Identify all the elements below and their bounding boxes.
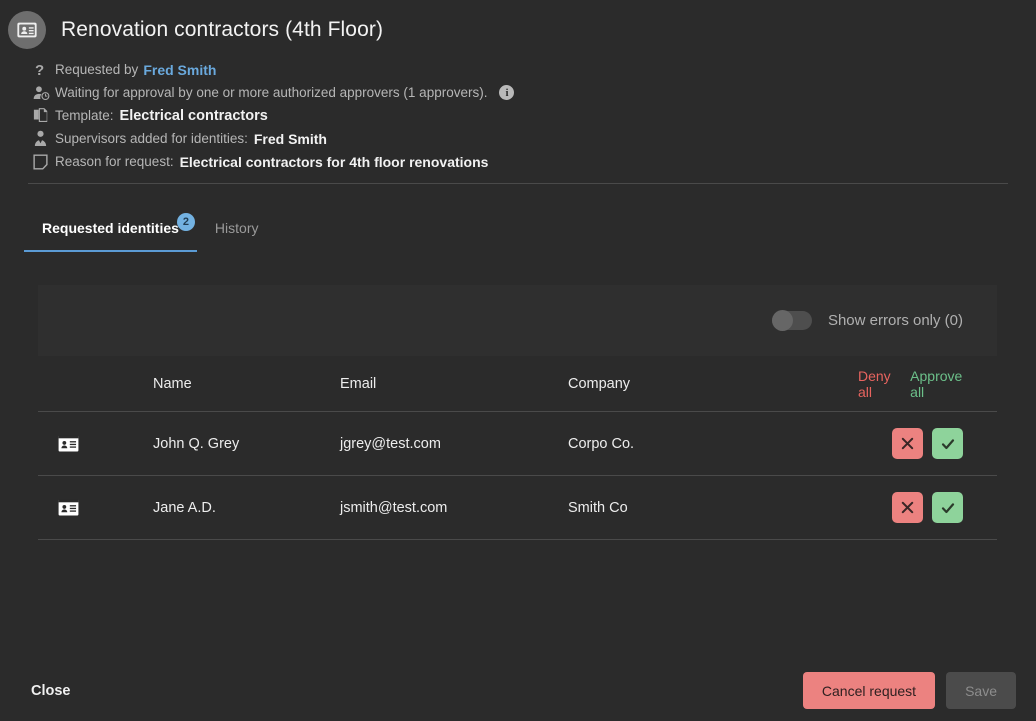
- row-id-card-icon: [38, 499, 153, 516]
- template-label: Template:: [55, 108, 114, 123]
- approve-all-link[interactable]: Approve all: [910, 368, 963, 400]
- deny-button[interactable]: [892, 492, 923, 523]
- deny-all-link[interactable]: Deny all: [858, 368, 896, 400]
- row-company: Smith Co: [568, 500, 858, 516]
- svg-text:?: ?: [35, 62, 44, 78]
- check-icon: [940, 436, 956, 452]
- question-mark-icon: ?: [33, 62, 55, 78]
- show-errors-only-label: Show errors only (0): [828, 312, 963, 329]
- row-email: jgrey@test.com: [340, 436, 568, 452]
- header-cell-company: Company: [568, 376, 858, 392]
- row-id-card-icon: [38, 435, 153, 452]
- show-errors-only-toggle[interactable]: Show errors only (0): [772, 311, 963, 330]
- close-x-icon: [900, 436, 915, 451]
- meta-row-requested-by: ? Requested by Fred Smith: [33, 58, 1036, 81]
- row-email: jsmith@test.com: [340, 500, 568, 516]
- note-icon: [33, 154, 55, 170]
- tab-requested-identities-badge: 2: [177, 213, 195, 231]
- header-cell-name: Name: [153, 376, 340, 392]
- supervisors-label: Supervisors added for identities:: [55, 131, 248, 146]
- meta-row-reason: Reason for request: Electrical contracto…: [33, 150, 1036, 173]
- template-value: Electrical contractors: [120, 108, 268, 124]
- supervisors-value: Fred Smith: [254, 131, 327, 147]
- close-x-icon: [900, 500, 915, 515]
- row-actions: [858, 492, 997, 523]
- supervisor-icon: [33, 130, 55, 147]
- tab-requested-identities[interactable]: Requested identities 2: [24, 208, 197, 252]
- page-title: Renovation contractors (4th Floor): [61, 18, 383, 42]
- approval-status-label: Waiting for approval by one or more auth…: [55, 85, 487, 100]
- check-icon: [940, 500, 956, 516]
- footer-actions: Cancel request Save: [803, 672, 1036, 709]
- toggle-off-icon[interactable]: [772, 311, 812, 330]
- copy-icon: [33, 107, 55, 124]
- tab-requested-identities-label: Requested identities: [42, 220, 179, 236]
- title-row: Renovation contractors (4th Floor): [0, 0, 1036, 49]
- info-icon[interactable]: i: [499, 85, 514, 100]
- card-toolbar: Show errors only (0): [38, 285, 997, 356]
- meta-row-supervisors: Supervisors added for identities: Fred S…: [33, 127, 1036, 150]
- row-name: John Q. Grey: [153, 436, 340, 452]
- save-button[interactable]: Save: [946, 672, 1016, 709]
- tab-history-label: History: [215, 220, 259, 236]
- row-actions: [858, 428, 997, 459]
- header-divider: [28, 183, 1008, 184]
- requested-by-label: Requested by: [55, 62, 138, 77]
- meta-row-template: Template: Electrical contractors: [33, 104, 1036, 127]
- identities-table: Name Email Company Deny all Approve all: [38, 356, 997, 540]
- table-header-row: Name Email Company Deny all Approve all: [38, 356, 997, 412]
- tab-history[interactable]: History: [197, 208, 277, 250]
- row-company: Corpo Co.: [568, 436, 858, 452]
- table-row: Jane A.D. jsmith@test.com Smith Co: [38, 476, 997, 540]
- toggle-knob: [772, 310, 793, 331]
- approve-button[interactable]: [932, 428, 963, 459]
- request-metadata: ? Requested by Fred Smith: [0, 58, 1036, 173]
- request-detail-page: Renovation contractors (4th Floor) ? Req…: [0, 0, 1036, 721]
- requested-by-user-link[interactable]: Fred Smith: [143, 62, 216, 78]
- reason-label: Reason for request:: [55, 154, 174, 169]
- identities-card: Show errors only (0) Name Email Company …: [38, 285, 997, 540]
- cancel-request-button[interactable]: Cancel request: [803, 672, 935, 709]
- page-footer: Close Cancel request Save: [0, 660, 1036, 721]
- header-cell-bulk-actions: Deny all Approve all: [858, 368, 997, 400]
- person-clock-icon: [33, 85, 55, 101]
- header-cell-email: Email: [340, 376, 568, 392]
- tab-bar: Requested identities 2 History: [24, 208, 276, 252]
- id-card-icon: [8, 11, 46, 49]
- table-row: John Q. Grey jgrey@test.com Corpo Co.: [38, 412, 997, 476]
- reason-value: Electrical contractors for 4th floor ren…: [180, 154, 489, 170]
- approve-button[interactable]: [932, 492, 963, 523]
- meta-row-approval-status: Waiting for approval by one or more auth…: [33, 81, 1036, 104]
- deny-button[interactable]: [892, 428, 923, 459]
- page-header: Renovation contractors (4th Floor) ? Req…: [0, 0, 1036, 173]
- row-name: Jane A.D.: [153, 500, 340, 516]
- close-button[interactable]: Close: [31, 683, 71, 699]
